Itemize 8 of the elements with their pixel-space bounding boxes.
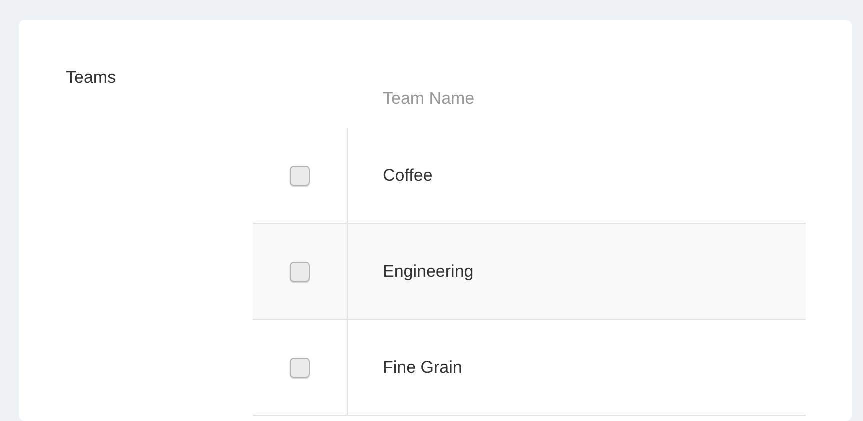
team-name-cell-text: Coffee [383,164,433,187]
checkbox[interactable] [290,358,310,378]
team-name-cell-text: Engineering [383,260,474,283]
section-title: Teams [66,68,116,87]
team-name-cell-text: Fine Grain [383,356,462,379]
checkbox[interactable] [290,262,310,282]
checkbox[interactable] [290,166,310,186]
column-header: Team Name [383,88,475,110]
